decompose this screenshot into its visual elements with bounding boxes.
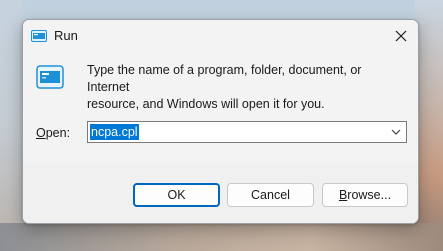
close-button[interactable] (384, 20, 418, 51)
desktop-background-right (415, 0, 443, 251)
run-program-icon (36, 65, 64, 89)
open-label-accesskey: O (36, 126, 46, 140)
ok-button-label: OK (167, 188, 186, 202)
desktop-background-bottom (0, 223, 443, 251)
description-text: Type the name of a program, folder, docu… (87, 62, 407, 113)
open-label: Open: (36, 126, 70, 140)
window-title: Run (54, 28, 78, 43)
run-icon (31, 29, 47, 42)
chevron-down-icon[interactable] (391, 128, 401, 136)
browse-rest: rowse... (347, 188, 392, 202)
browse-button-label: Browse... (339, 188, 391, 202)
ok-button[interactable]: OK (133, 183, 220, 207)
description-line-2: resource, and Windows will open it for y… (87, 97, 325, 111)
open-input-value[interactable]: ncpa.cpl (90, 124, 139, 140)
open-combobox[interactable]: ncpa.cpl (87, 121, 407, 143)
browse-button[interactable]: Browse... (322, 183, 408, 207)
open-label-rest: pen: (45, 126, 71, 140)
cancel-button-label: Cancel (251, 188, 290, 202)
title-bar[interactable]: Run (23, 20, 418, 51)
description-line-1: Type the name of a program, folder, docu… (87, 63, 362, 94)
desktop-background-left (0, 0, 22, 251)
run-dialog: Run Type the name of a program, folder, … (22, 19, 419, 224)
cancel-button[interactable]: Cancel (227, 183, 314, 207)
close-icon (395, 30, 407, 41)
